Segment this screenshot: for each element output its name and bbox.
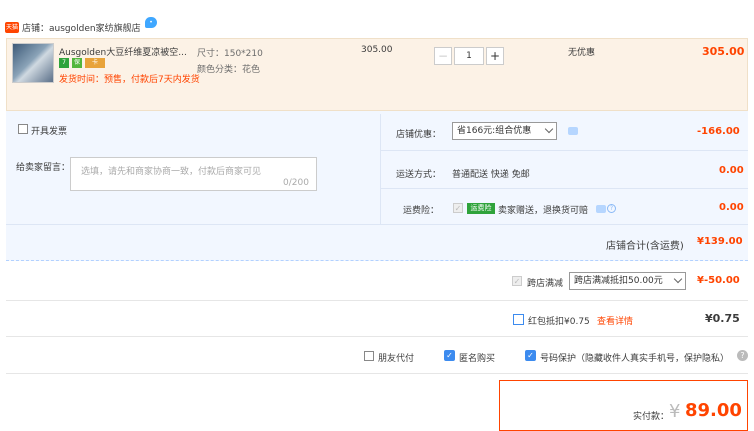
friend-pay-label: 朋友代付: [378, 354, 415, 364]
sku-size: 尺寸：150*210: [197, 49, 263, 59]
red-packet-details-link[interactable]: 查看详情: [597, 314, 633, 327]
cross-store-value: ¥-50.00: [697, 275, 740, 286]
tmall-badge: 天猫: [5, 22, 19, 33]
quantity-input[interactable]: 1: [454, 47, 484, 65]
payment-currency: ¥: [669, 401, 681, 422]
product-image[interactable]: [12, 43, 54, 83]
chevron-down-icon: [673, 274, 683, 284]
quantity-increase-button[interactable]: +: [486, 47, 504, 65]
payment-label: 实付款：: [633, 412, 670, 422]
red-packet-checkbox[interactable]: [513, 314, 524, 325]
payment-amount: 89.00: [685, 400, 742, 421]
guarantee-icon: 保: [72, 58, 82, 68]
card-icon: 卡: [85, 58, 105, 68]
shop-discount-label: 店铺优惠：: [396, 130, 442, 140]
insurance-text: 卖家赠送，退换货可赔: [498, 206, 589, 216]
cross-store-selected: 跨店满减抵扣50.00元: [574, 276, 663, 286]
seven-day-return-icon: 7: [59, 58, 69, 68]
red-packet-value: ¥0.75: [705, 312, 740, 325]
help-icon[interactable]: ?: [737, 350, 748, 361]
insurance-value: 0.00: [719, 202, 744, 213]
cross-store-select[interactable]: 跨店满减抵扣50.00元: [569, 272, 686, 290]
anonymous-label: 匿名购买: [459, 354, 496, 364]
shop-total-label: 店铺合计(含运费): [606, 241, 684, 252]
friend-pay-checkbox[interactable]: [364, 351, 374, 361]
message-placeholder: 选填，请先和商家协商一致，付款后商家可见: [81, 167, 262, 177]
comment-icon[interactable]: [596, 205, 606, 213]
insurance-checkbox: ✓: [453, 203, 463, 213]
shop-discount-select[interactable]: 省166元:组合优惠: [452, 122, 557, 140]
section-divider: [6, 336, 748, 337]
shop-total-value: ¥139.00: [697, 236, 743, 247]
shop-name[interactable]: 店铺：ausgolden家纺旗舰店: [22, 21, 141, 34]
insurance-label: 运费险：: [403, 206, 440, 216]
invoice-checkbox[interactable]: [18, 124, 28, 134]
shipping-value: 0.00: [719, 165, 744, 176]
unit-price: 305.00: [361, 45, 393, 55]
message-counter: 0/200: [283, 178, 309, 188]
number-protect-label: 号码保护（隐藏收件人真实手机号，保护隐私）: [540, 354, 730, 364]
shop-discount-value: -166.00: [697, 126, 740, 137]
insurance-badge: 运费险: [467, 203, 495, 214]
shipping-method: 普通配送 快递 免邮: [452, 170, 530, 180]
row-divider: [380, 150, 748, 151]
quantity-decrease-button[interactable]: −: [434, 47, 452, 65]
red-packet-label: 红包抵扣¥0.75: [528, 317, 590, 327]
cross-store-checkbox: ✓: [512, 276, 522, 286]
item-discount: 无优惠: [568, 48, 596, 58]
number-protect-checkbox[interactable]: ✓: [525, 350, 536, 361]
section-divider: [6, 300, 748, 301]
row-divider: [380, 188, 748, 189]
ship-note: 发货时间：预售，付款后7天内发货: [59, 75, 200, 85]
shipping-label: 运送方式：: [396, 170, 442, 180]
invoice-label: 开具发票: [31, 127, 68, 137]
help-icon[interactable]: ?: [607, 204, 616, 213]
row-divider: [6, 224, 748, 225]
cross-store-label: 跨店满减: [527, 279, 564, 289]
comment-icon[interactable]: [568, 127, 578, 135]
shop-discount-selected: 省166元:组合优惠: [457, 126, 532, 136]
chevron-down-icon: [544, 124, 554, 134]
item-title[interactable]: Ausgolden大豆纤维夏凉被空...: [59, 45, 187, 58]
section-divider: [6, 373, 748, 374]
panel-divider: [380, 114, 381, 224]
anonymous-checkbox[interactable]: ✓: [444, 350, 455, 361]
item-subtotal: 305.00: [702, 45, 745, 58]
chat-bubble-icon[interactable]: •: [145, 17, 157, 28]
message-label: 给卖家留言：: [16, 163, 71, 173]
sku-color: 颜色分类：花色: [197, 65, 261, 75]
